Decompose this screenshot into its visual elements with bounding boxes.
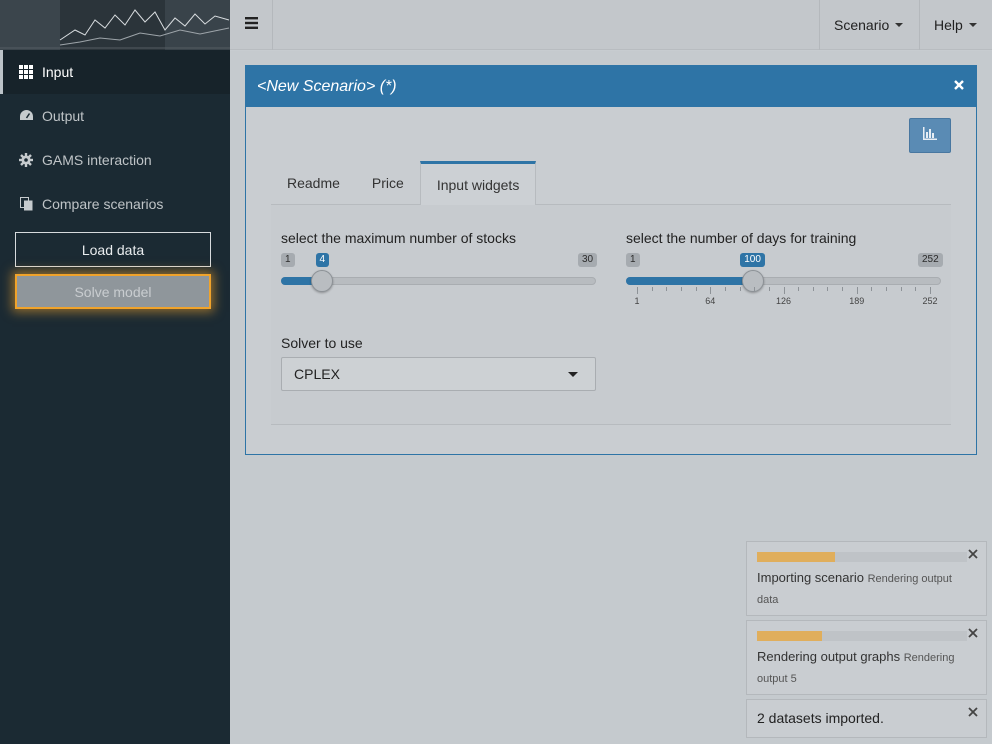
minor-tick [915,287,917,291]
caret-down-icon [568,372,578,377]
scenario-title: <New Scenario> (*) [257,77,397,95]
close-icon[interactable] [968,705,978,717]
sidebar-item-label: GAMS interaction [42,152,152,168]
days-slider-value: 100 [740,253,765,267]
top-navbar: Scenario Help [230,0,992,50]
minor-tick [842,287,844,291]
minor-tick [827,287,829,291]
major-tick [710,287,712,294]
days-slider-max: 252 [918,253,943,267]
notification-message: 2 datasets imported. [757,710,884,726]
days-slider-label: select the number of days for training [626,230,857,246]
solver-label: Solver to use [281,335,363,351]
caret-down-icon [895,23,904,27]
sidebar-item-compare-scenarios[interactable]: Compare scenarios [0,182,230,226]
solve-model-button[interactable]: Solve model [15,274,211,309]
minor-tick [871,287,873,291]
minor-tick [680,287,682,291]
scenario-menu-label: Scenario [834,17,890,33]
days-slider-min: 1 [626,253,640,267]
load-data-button[interactable]: Load data [15,232,211,267]
days-slider-handle[interactable] [741,270,764,292]
solver-select[interactable]: CPLEX [281,357,596,391]
sidebar-item-label: Input [42,64,74,80]
scenario-box: <New Scenario> (*) Readme Price Input wi… [245,65,977,455]
scenario-menu[interactable]: Scenario [819,0,919,50]
close-icon[interactable] [952,78,966,92]
tick-label: 189 [849,296,865,306]
stocks-slider-value: 4 [315,253,330,267]
tab-price[interactable]: Price [356,161,420,205]
days-slider-fill [626,277,753,285]
minor-tick [900,287,902,291]
input-widgets-panel: select the maximum number of stocks 1 30… [271,205,951,425]
sidebar-item-label: Compare scenarios [42,196,164,212]
app-logo [0,0,230,50]
hamburger-icon [244,16,258,34]
caret-down-icon [968,23,977,27]
major-tick [930,287,931,294]
stocks-slider-max: 30 [578,253,598,267]
major-tick [637,287,638,294]
tab-input-widgets[interactable]: Input widgets [419,161,537,205]
sidebar: Input Output GAMS interaction Compare sc… [0,0,230,744]
progress-bar [757,631,967,641]
help-menu[interactable]: Help [919,0,992,50]
sidebar-item-label: Output [42,108,85,124]
tab-readme[interactable]: Readme [271,161,356,205]
minor-tick [739,287,741,291]
progress-bar-fill [757,552,835,562]
progress-bar [757,552,967,562]
minor-tick [651,287,653,291]
dashboard-icon [18,108,34,124]
notification-rendering: Rendering output graphs Rendering output… [746,620,987,695]
minor-tick [695,287,697,291]
notification-datasets-imported: 2 datasets imported. [746,699,987,738]
minor-tick [666,287,668,291]
major-tick [856,287,858,294]
minor-tick [724,287,726,291]
stocks-slider-handle[interactable] [311,270,334,292]
scenario-box-header: <New Scenario> (*) [246,66,976,107]
notification-title: Rendering output graphs [757,649,901,664]
copy-icon [18,196,34,212]
tick-label: 252 [922,296,938,306]
notification-text: Rendering output graphs Rendering output… [757,647,972,689]
sidebar-toggle-button[interactable] [230,0,273,50]
minor-tick [768,287,770,291]
days-slider-track[interactable] [626,277,941,285]
sidebar-item-output[interactable]: Output [0,94,230,138]
notification-text: Importing scenario Rendering output data [757,568,972,610]
tick-label: 1 [634,296,640,306]
minor-tick [886,287,888,291]
scenario-tabs: Readme Price Input widgets [271,161,951,205]
bar-chart-icon [923,126,937,145]
minor-tick [754,287,756,291]
sidebar-item-input[interactable]: Input [0,50,230,94]
progress-bar-fill [757,631,823,641]
help-menu-label: Help [934,17,963,33]
tick-label: 64 [705,296,716,306]
gear-icon [18,152,34,168]
tick-label: 126 [775,296,792,306]
notification-importing: Importing scenario Rendering output data [746,541,987,616]
notification-title: Importing scenario [757,570,864,585]
minor-tick [812,287,814,291]
minor-tick [798,287,800,291]
chart-view-button[interactable] [909,118,951,153]
solver-selected-value: CPLEX [294,366,340,382]
sidebar-menu: Input Output GAMS interaction Compare sc… [0,50,230,226]
grid-icon [18,64,34,80]
sidebar-item-gams-interaction[interactable]: GAMS interaction [0,138,230,182]
stocks-slider-min: 1 [281,253,295,267]
close-icon[interactable] [968,547,978,559]
major-tick [783,287,785,294]
close-icon[interactable] [968,626,978,638]
stocks-slider-label: select the maximum number of stocks [281,230,516,246]
